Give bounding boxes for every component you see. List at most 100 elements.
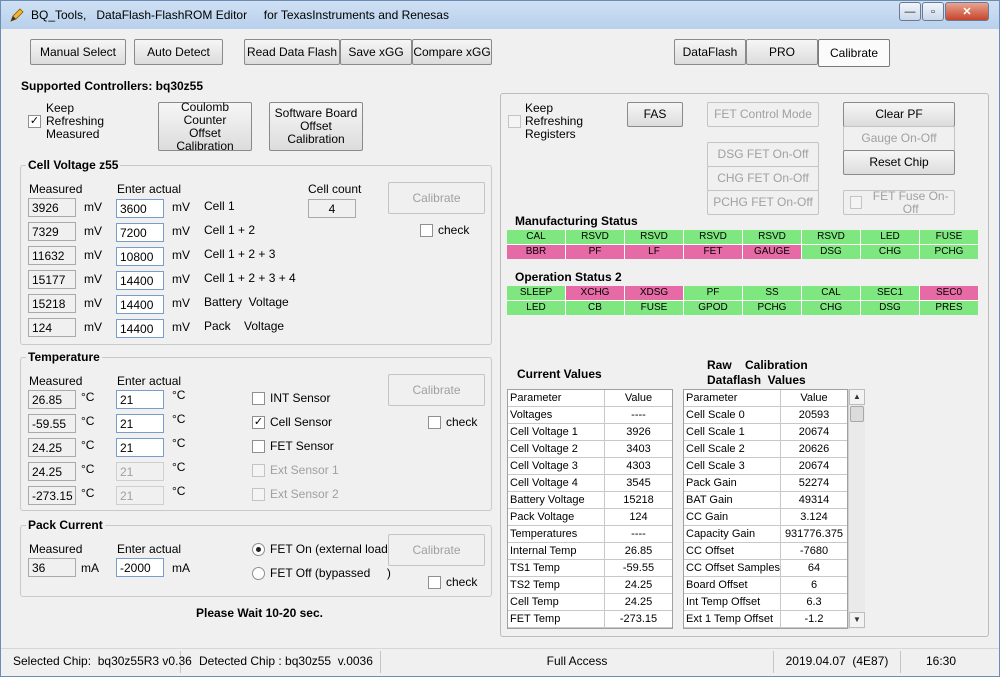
cell-voltage-row-label: Cell 1 (204, 199, 235, 213)
tab-calibrate[interactable]: Calibrate (818, 39, 890, 67)
please-wait-label: Please Wait 10-20 sec. (196, 606, 323, 620)
pack-current-actual-input[interactable]: -2000 (116, 558, 164, 577)
gauge-on-off-button[interactable]: Gauge On-Off (843, 126, 955, 151)
fet-control-mode-button[interactable]: FET Control Mode (707, 102, 819, 127)
close-icon: ✕ (962, 6, 972, 18)
pchg-fet-on-off-button[interactable]: PCHG FET On-Off (707, 190, 819, 215)
manual-select-button[interactable]: Manual Select (30, 39, 126, 65)
table-cell-parameter: Ext 1 Temp Offset (684, 611, 781, 627)
cell-voltage-measured-field: 11632 (28, 246, 76, 265)
table-cell-parameter: TS1 Temp (508, 560, 605, 576)
temperature-actual-input[interactable]: 21 (116, 462, 164, 481)
access-status: Full Access (381, 651, 774, 673)
cell-count-label: Cell count (308, 182, 362, 196)
cell-voltage-actual-input[interactable]: 14400 (116, 295, 164, 314)
cell-voltage-actual-input[interactable]: 10800 (116, 247, 164, 266)
minimize-button[interactable]: — (899, 2, 921, 21)
manufacturing-status-title: Manufacturing Status (515, 214, 638, 228)
temperature-sensor-checkbox[interactable] (252, 392, 265, 405)
reset-chip-button[interactable]: Reset Chip (843, 150, 955, 175)
fet-fuse-checkbox (850, 196, 863, 209)
keep-refreshing-registers-label: Keep Refreshing Registers (525, 101, 584, 141)
temperature-measured-field: 26.85 (28, 390, 76, 409)
title-bar: BQ_Tools, DataFlash-FlashROM Editor for … (1, 1, 999, 29)
temperature-actual-input[interactable]: 21 (116, 414, 164, 433)
table-row: Internal Temp 26.85 (508, 543, 672, 560)
auto-detect-button[interactable]: Auto Detect (134, 39, 223, 65)
fet-fuse-on-off-button[interactable]: FET Fuse On-Off (843, 189, 955, 215)
temperature-unit-measured: °C (81, 438, 95, 452)
read-data-flash-button[interactable]: Read Data Flash (244, 39, 340, 65)
table-header-parameter: Parameter (684, 390, 781, 406)
cell-voltage-actual-input[interactable]: 7200 (116, 223, 164, 242)
table-cell-value: 20674 (798, 460, 830, 472)
temperature-actual-input[interactable]: 21 (116, 438, 164, 457)
cell-voltage-check-checkbox[interactable] (420, 224, 433, 237)
table-row: TS1 Temp -59.55 (508, 560, 672, 577)
coulomb-counter-offset-calibration-button[interactable]: Coulomb Counter Offset Calibration (158, 100, 252, 152)
table-cell-parameter: Battery Voltage (508, 492, 605, 508)
temperature-actual-input[interactable]: 21 (116, 486, 164, 505)
maximize-icon: ▫ (931, 5, 935, 18)
table-row: Cell Voltage 1 3926 (508, 424, 672, 441)
tab-pro[interactable]: PRO (746, 39, 818, 65)
compare-xgg-button[interactable]: Compare xGG (412, 39, 492, 65)
cell-voltage-unit-actual: mV (172, 296, 190, 310)
table-cell-value: 24.25 (624, 579, 653, 591)
table-cell-value: 931776.375 (784, 528, 844, 540)
tab-dataflash[interactable]: DataFlash (674, 39, 746, 65)
table-row: Cell Scale 2 20626 (684, 441, 847, 458)
scroll-thumb[interactable] (850, 406, 864, 422)
pack-current-enter-actual-header: Enter actual (117, 542, 182, 556)
fas-button[interactable]: FAS (627, 102, 683, 127)
cell-voltage-actual-input[interactable]: 14400 (116, 319, 164, 338)
table-row: FET Temp -273.15 (508, 611, 672, 628)
temperature-sensor-checkbox[interactable]: ✓ (252, 416, 265, 429)
close-button[interactable]: ✕ (945, 2, 989, 21)
cell-voltage-actual-input[interactable]: 3600 (116, 199, 164, 218)
cell-voltage-check-label: check (438, 223, 470, 237)
table-cell-value: 3.124 (800, 511, 828, 523)
table-header-value: Value (624, 392, 653, 404)
pencil-icon (10, 8, 24, 22)
dsg-fet-on-off-button[interactable]: DSG FET On-Off (707, 142, 819, 167)
keep-refreshing-measured-checkbox[interactable]: ✓ (28, 115, 41, 128)
temperature-unit-actual: °C (172, 388, 186, 402)
cell-voltage-unit-measured: mV (84, 248, 102, 262)
keep-refreshing-registers-checkbox[interactable] (508, 115, 521, 128)
cell-voltage-calibrate-button[interactable]: Calibrate (388, 182, 485, 214)
cell-voltage-measured-field: 15177 (28, 270, 76, 289)
clear-pf-button[interactable]: Clear PF (843, 102, 955, 127)
maximize-button[interactable]: ▫ (922, 2, 944, 21)
status-flag-cell: PF (566, 245, 624, 259)
temperature-calibrate-button[interactable]: Calibrate (388, 374, 485, 406)
temperature-actual-input[interactable]: 21 (116, 390, 164, 409)
fet-on-label: FET On (external load) (270, 542, 392, 556)
software-board-offset-calibration-button[interactable]: Software Board Offset Calibration (269, 102, 363, 151)
pack-current-calibrate-button[interactable]: Calibrate (388, 534, 485, 566)
table-row: Cell Scale 1 20674 (684, 424, 847, 441)
table-cell-parameter: Cell Scale 3 (684, 458, 781, 474)
scroll-up-icon[interactable]: ▲ (849, 389, 865, 405)
scroll-down-icon[interactable]: ▼ (849, 612, 865, 628)
temperature-unit-actual: °C (172, 460, 186, 474)
cell-count-field: 4 (308, 199, 356, 218)
temperature-sensor-checkbox[interactable] (252, 440, 265, 453)
temperature-sensor-checkbox[interactable] (252, 488, 265, 501)
fet-off-radio[interactable] (252, 567, 265, 580)
cell-voltage-actual-input[interactable]: 14400 (116, 271, 164, 290)
cell-voltage-unit-measured: mV (84, 272, 102, 286)
temperature-sensor-checkbox[interactable] (252, 464, 265, 477)
chg-fet-on-off-button[interactable]: CHG FET On-Off (707, 166, 819, 191)
status-flag-cell: PCHG (920, 245, 978, 259)
table-cell-parameter: Temperatures (508, 526, 605, 542)
pack-current-check-checkbox[interactable] (428, 576, 441, 589)
table-cell-value: -1.2 (804, 613, 824, 625)
save-xgg-button[interactable]: Save xGG (340, 39, 412, 65)
temperature-check-checkbox[interactable] (428, 416, 441, 429)
raw-calibration-scrollbar[interactable]: ▲ ▼ (848, 389, 865, 629)
table-cell-value: 24.25 (624, 596, 653, 608)
raw-calibration-table: Parameter Value Cell Scale 0 20593 Cell Scal… (683, 389, 848, 629)
fet-on-radio[interactable] (252, 543, 265, 556)
temperature-unit-measured: °C (81, 462, 95, 476)
